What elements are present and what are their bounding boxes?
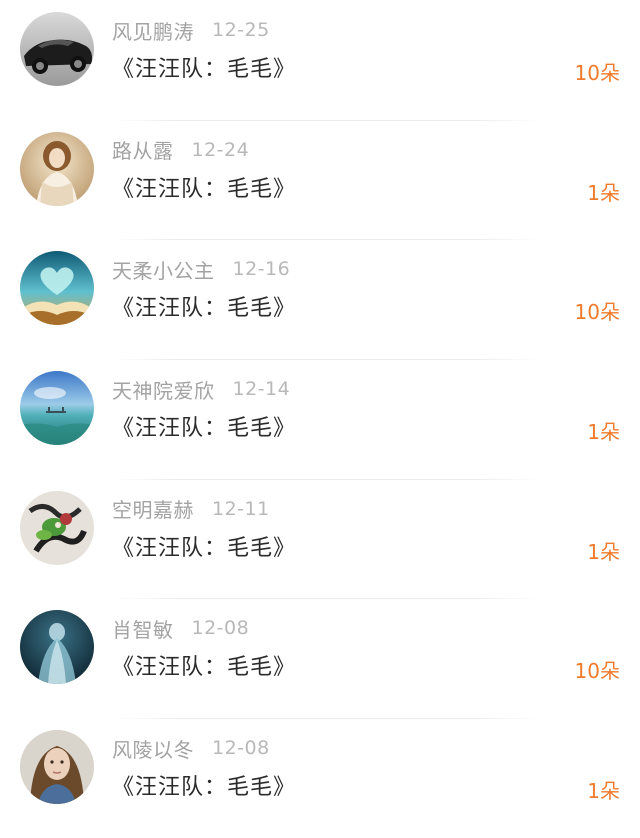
avatar[interactable] (20, 371, 94, 446)
gift-count: 10朵 (574, 659, 620, 684)
list-item[interactable]: 肖智敏 12-08 《汪汪队：毛毛》 10朵 (0, 598, 640, 718)
avatar[interactable] (20, 251, 94, 326)
date: 12-24 (191, 138, 250, 161)
gift-title: 《汪汪队：毛毛》 (112, 176, 297, 202)
gift-title: 《汪汪队：毛毛》 (112, 535, 297, 561)
gift-title: 《汪汪队：毛毛》 (112, 57, 297, 82)
user-name[interactable]: 路从露 (112, 135, 174, 164)
gift-title: 《汪汪队：毛毛》 (112, 775, 297, 801)
user-name[interactable]: 肖智敏 (112, 614, 174, 643)
list-item[interactable]: 空明嘉赫 12-11 《汪汪队：毛毛》 1朵 (0, 478, 640, 599)
user-name[interactable]: 风见鹏涛 (112, 16, 194, 45)
user-name[interactable]: 天柔小公主 (112, 255, 215, 284)
list-item[interactable]: 路从露 12-24 《汪汪队：毛毛》 1朵 (0, 119, 640, 240)
avatar[interactable] (20, 12, 94, 86)
avatar[interactable] (20, 610, 94, 685)
gift-record-list: 风见鹏涛 12-25 《汪汪队：毛毛》 10朵 路从露 12-24 《汪汪队：毛… (0, 0, 640, 838)
gift-count: 1朵 (587, 779, 620, 804)
gift-title: 《汪汪队：毛毛》 (112, 416, 297, 442)
list-item[interactable]: 风见鹏涛 12-25 《汪汪队：毛毛》 10朵 (0, 0, 640, 120)
list-item[interactable]: 天柔小公主 12-16 《汪汪队：毛毛》 10朵 (0, 239, 640, 359)
user-name[interactable]: 空明嘉赫 (112, 494, 194, 523)
gift-count: 10朵 (574, 300, 620, 325)
gift-title: 《汪汪队：毛毛》 (112, 296, 297, 322)
list-item[interactable]: 天神院爱欣 12-14 《汪汪队：毛毛》 1朵 (0, 359, 640, 479)
gift-count: 10朵 (574, 61, 620, 85)
date: 12-16 (232, 258, 291, 281)
list-item[interactable]: 风陵以冬 12-08 《汪汪队：毛毛》 1朵 (0, 718, 640, 838)
date: 12-25 (212, 19, 270, 41)
gift-count: 1朵 (587, 539, 620, 564)
gift-count: 1朵 (587, 420, 620, 445)
avatar[interactable] (20, 490, 94, 565)
gift-count: 1朵 (587, 180, 620, 205)
avatar[interactable] (20, 131, 94, 206)
avatar[interactable] (20, 730, 94, 805)
user-name[interactable]: 风陵以冬 (112, 734, 194, 763)
date: 12-08 (212, 737, 270, 760)
gift-title: 《汪汪队：毛毛》 (112, 655, 297, 681)
date: 12-14 (232, 378, 291, 401)
date: 12-08 (191, 617, 250, 640)
user-name[interactable]: 天神院爱欣 (112, 375, 215, 404)
date: 12-11 (212, 497, 270, 520)
